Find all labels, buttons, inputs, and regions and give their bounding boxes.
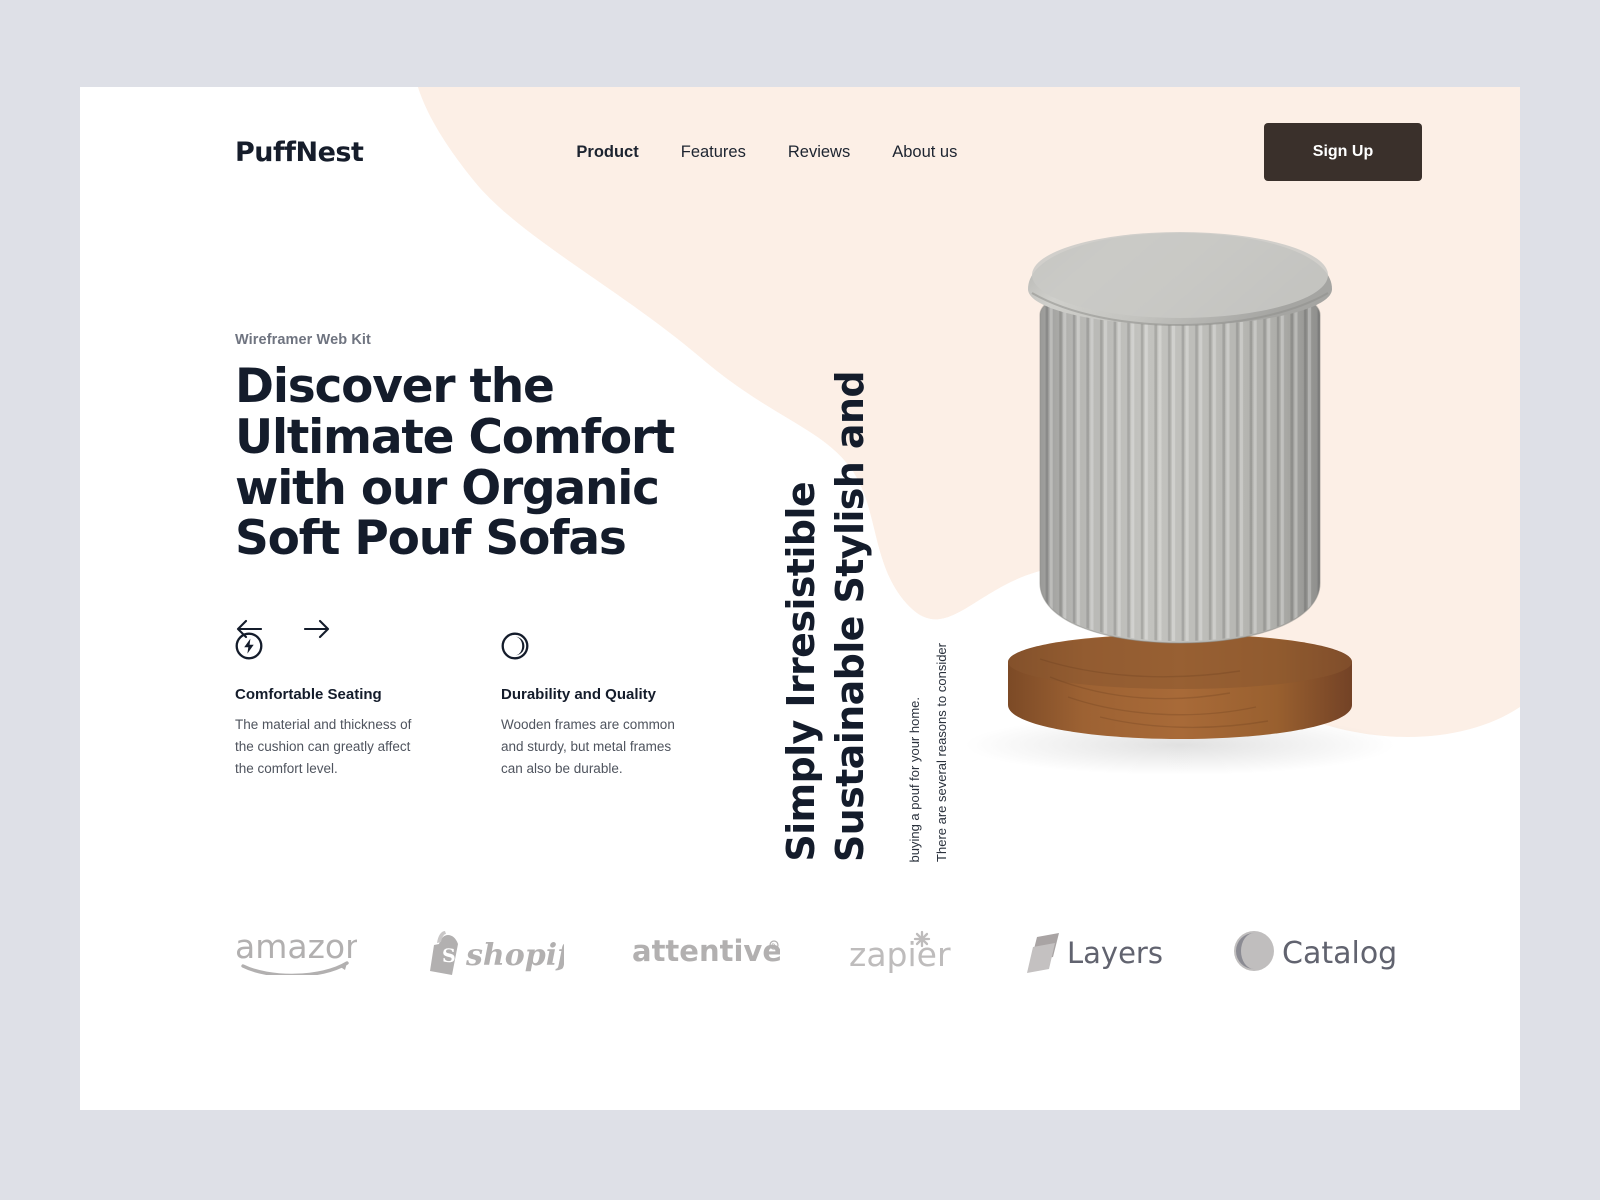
feature-description: Wooden frames are common and sturdy, but… xyxy=(501,717,675,776)
nav-item-about-us[interactable]: About us xyxy=(892,143,957,162)
vertical-heading-line-1: Sustainable Stylish and xyxy=(827,370,872,862)
page-title: Discover the Ultimate Comfort with our O… xyxy=(235,359,675,567)
sign-up-button[interactable]: Sign Up xyxy=(1264,123,1422,181)
svg-text:attentive: attentive xyxy=(632,934,780,968)
vertical-heading-line-2: Simply Irresistible xyxy=(779,482,823,862)
landing-card: PuffNest Product Features Reviews About … xyxy=(80,87,1520,1110)
feature-title: Durability and Quality xyxy=(501,686,657,703)
vertical-tagline-block: Simply Irresistible Sustainable Stylish … xyxy=(779,342,953,863)
nav-item-reviews[interactable]: Reviews xyxy=(788,143,850,162)
svg-text:shopify: shopify xyxy=(465,938,564,973)
hero-text-block: Wireframer Web Kit Discover the Ultimate… xyxy=(235,332,795,643)
svg-text:R: R xyxy=(772,943,776,950)
feature-list: Comfortable Seating The material and thi… xyxy=(235,632,687,780)
brand-logo-attentive[interactable]: attentive R xyxy=(632,931,780,971)
feature-title: Comfortable Seating xyxy=(235,686,382,703)
vertical-subtext-line-1: There are several reasons to consider xyxy=(933,643,949,862)
svg-text:Catalog: Catalog xyxy=(1282,936,1397,971)
nav-item-features[interactable]: Features xyxy=(681,143,746,162)
brand-logo-strip: amazon S shopify attentive R xyxy=(235,927,1400,975)
brand-logo-amazon[interactable]: amazon xyxy=(235,927,357,975)
svg-text:amazon: amazon xyxy=(235,927,357,966)
feature-item-durability-and-quality: Durability and Quality Wooden frames are… xyxy=(501,632,687,780)
svg-text:zapier: zapier xyxy=(849,935,951,974)
svg-text:Layers: Layers xyxy=(1067,936,1163,970)
half-filled-circle-icon xyxy=(501,632,687,660)
lightning-bolt-circle-icon xyxy=(235,632,421,660)
feature-description: The material and thickness of the cushio… xyxy=(235,717,412,776)
brand-logo-layers[interactable]: Layers xyxy=(1019,927,1163,975)
hero-eyebrow: Wireframer Web Kit xyxy=(235,332,371,348)
brand-logo-shopify[interactable]: S shopify xyxy=(426,927,564,975)
site-header: PuffNest Product Features Reviews About … xyxy=(80,87,1520,217)
brand-logo[interactable]: PuffNest xyxy=(235,137,364,168)
svg-text:S: S xyxy=(442,945,456,967)
brand-logo-zapier[interactable]: zapier xyxy=(849,928,951,974)
main-navigation: Product Features Reviews About us xyxy=(576,143,957,162)
vertical-subtext-line-2: buying a pouf for your home. xyxy=(907,696,923,863)
brand-logo-catalog[interactable]: Catalog xyxy=(1232,927,1400,975)
feature-item-comfortable-seating: Comfortable Seating The material and thi… xyxy=(235,632,421,780)
nav-item-product[interactable]: Product xyxy=(576,143,638,162)
page-root: PuffNest Product Features Reviews About … xyxy=(0,0,1600,1200)
product-image-pouf xyxy=(900,197,1460,817)
